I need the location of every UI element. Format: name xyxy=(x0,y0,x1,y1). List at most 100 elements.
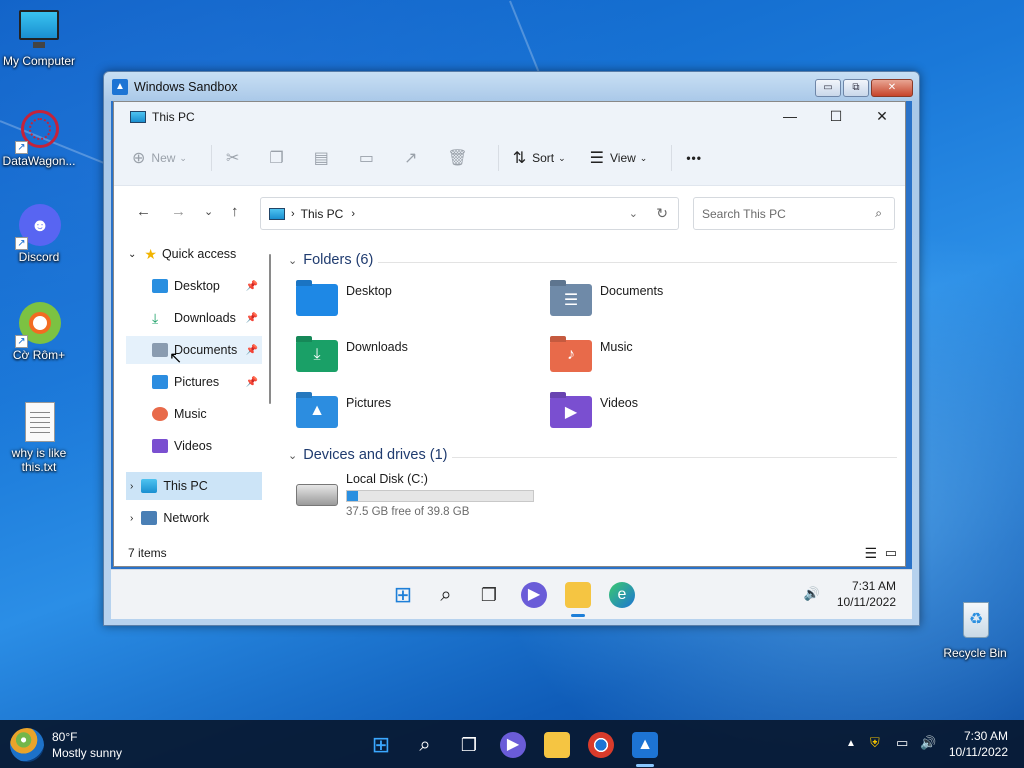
start-icon[interactable]: ⊞ xyxy=(368,732,394,758)
nav-scrollbar[interactable] xyxy=(269,254,271,404)
desktop-icon-datawagon[interactable]: ↗ DataWagon... xyxy=(0,108,81,168)
explorer-minimize-button[interactable]: — xyxy=(767,102,813,131)
nav-item-downloads[interactable]: ⤓ Downloads 📌 xyxy=(126,304,262,332)
desktop-icon-text-file[interactable]: why is like this.txt xyxy=(0,400,81,474)
chevron-down-icon: ⌄ xyxy=(128,248,137,260)
host-clock[interactable]: 7:30 AM 10/11/2022 xyxy=(949,728,1008,760)
show-hidden-icons-chevron[interactable]: ▲ xyxy=(846,738,856,749)
this-pc-icon xyxy=(141,479,158,493)
search-input[interactable]: Search This PC ⌕ xyxy=(693,197,895,230)
share-button[interactable]: ↗ xyxy=(404,148,423,168)
nav-item-network[interactable]: › Network xyxy=(126,504,262,532)
sandbox-close-button[interactable]: ✕ xyxy=(871,79,913,97)
tiles-view-icon[interactable]: ▭ xyxy=(885,545,897,561)
folder-desktop[interactable]: Desktop xyxy=(296,284,392,316)
sort-icon: ⇅ xyxy=(512,150,527,167)
text-file-icon xyxy=(17,400,61,444)
clipboard-icon: ▤ xyxy=(313,150,329,167)
folder-music[interactable]: ♪ Music xyxy=(550,340,633,372)
explorer-close-button[interactable]: ✕ xyxy=(859,102,905,131)
chevron-down-icon: ⌄ xyxy=(288,254,298,267)
sort-button[interactable]: ⇅ Sort ⌄ xyxy=(513,148,566,168)
up-arrow-icon[interactable]: ↑ xyxy=(231,203,239,220)
toolbar-divider xyxy=(671,145,673,171)
weather-widget[interactable]: 80°F Mostly sunny xyxy=(10,728,122,762)
nav-item-desktop[interactable]: Desktop 📌 xyxy=(126,272,262,300)
folders-group-header[interactable]: ⌄ Folders (6) xyxy=(288,252,373,268)
teams-chat-icon[interactable]: ▶ xyxy=(500,732,526,758)
scissors-icon: ✂ xyxy=(225,150,240,167)
search-icon[interactable]: ⌕ xyxy=(412,732,438,758)
status-bar: 7 items ☰ ▭ xyxy=(114,540,905,566)
task-view-icon[interactable]: ❐ xyxy=(456,732,482,758)
delete-button[interactable]: 🗑 xyxy=(447,148,473,168)
volume-icon[interactable]: 🔊 xyxy=(804,586,820,602)
view-button[interactable]: ☰ View ⌄ xyxy=(590,148,648,168)
back-arrow-icon[interactable]: ← xyxy=(136,203,151,220)
details-view-icon[interactable]: ☰ xyxy=(864,545,877,562)
recent-locations-chevron-icon[interactable]: ⌄ xyxy=(204,205,213,218)
datawagon-icon: ↗ xyxy=(15,108,61,154)
folder-downloads[interactable]: ⤓ Downloads xyxy=(296,340,408,372)
start-icon[interactable]: ⊞ xyxy=(390,582,416,608)
desktop-folder-icon xyxy=(152,279,168,293)
folder-pictures[interactable]: ▲ Pictures xyxy=(296,396,391,428)
active-app-indicator xyxy=(571,614,585,617)
chevron-down-icon: ⌄ xyxy=(558,152,566,163)
sandbox-desktop: This PC — ☐ ✕ ⊕ New ⌄ ✂ ❐ ▤ ▭ ↗ 🗑 ⇅ Sort… xyxy=(111,101,912,619)
chrome-icon[interactable] xyxy=(588,732,614,758)
group-divider xyxy=(378,262,897,263)
folder-documents[interactable]: ☰ Documents xyxy=(550,284,663,316)
drive-local-disk-c[interactable]: Local Disk (C:) 37.5 GB free of 39.8 GB xyxy=(296,472,596,522)
copy-button[interactable]: ❐ xyxy=(269,148,289,168)
more-options-button[interactable]: ••• xyxy=(686,151,702,165)
volume-icon[interactable]: 🔊 xyxy=(920,735,936,751)
desktop-icon-my-computer[interactable]: My Computer xyxy=(0,8,81,68)
drive-name: Local Disk (C:) xyxy=(346,472,428,486)
file-explorer-window: This PC — ☐ ✕ ⊕ New ⌄ ✂ ❐ ▤ ▭ ↗ 🗑 ⇅ Sort… xyxy=(113,101,906,567)
folder-videos[interactable]: ▶ Videos xyxy=(550,396,638,428)
sandbox-minimize-button[interactable]: ▭ xyxy=(815,79,841,97)
address-dropdown-icon[interactable]: ⌄ xyxy=(629,207,638,220)
copy-icon: ❐ xyxy=(269,150,284,167)
desktop-icon-recycle-bin[interactable]: ♻ Recycle Bin xyxy=(933,600,1017,660)
file-explorer-icon[interactable] xyxy=(565,582,591,608)
explorer-maximize-button[interactable]: ☐ xyxy=(813,102,859,131)
nav-item-videos[interactable]: Videos xyxy=(126,432,262,460)
trash-icon: 🗑 xyxy=(447,150,468,167)
address-bar[interactable]: › This PC › ⌄ ↻ xyxy=(260,197,679,230)
nav-quick-access[interactable]: ⌄ ★ Quick access xyxy=(126,240,262,268)
edge-browser-icon[interactable]: e xyxy=(609,582,635,608)
nav-item-this-pc[interactable]: › This PC xyxy=(126,472,262,500)
shortcut-arrow-icon: ↗ xyxy=(15,141,28,154)
file-explorer-icon[interactable] xyxy=(544,732,570,758)
desktop-icon-discord[interactable]: ☻ ↗ Discord xyxy=(0,204,81,264)
downloads-folder-icon: ⤓ xyxy=(296,340,338,372)
task-view-icon[interactable]: ❐ xyxy=(476,582,502,608)
nav-item-documents[interactable]: Documents 📌 xyxy=(126,336,262,364)
search-icon[interactable]: ⌕ xyxy=(433,582,459,608)
sandbox-logo-icon: ▲ xyxy=(112,79,128,95)
windows-sandbox-icon[interactable]: ▲ xyxy=(632,732,658,758)
refresh-icon[interactable]: ↻ xyxy=(656,205,668,222)
sandbox-clock[interactable]: 7:31 AM 10/11/2022 xyxy=(837,578,896,610)
toolbar-divider xyxy=(210,145,212,171)
nav-item-music[interactable]: Music xyxy=(126,400,262,428)
sandbox-restore-button[interactable]: ⧉ xyxy=(843,79,869,97)
rename-button[interactable]: ▭ xyxy=(359,148,380,168)
search-icon: ⌕ xyxy=(875,206,882,220)
new-button[interactable]: ⊕ New ⌄ xyxy=(132,148,187,168)
teams-chat-icon[interactable]: ▶ xyxy=(521,582,547,608)
nav-item-pictures[interactable]: Pictures 📌 xyxy=(126,368,262,396)
cut-button[interactable]: ✂ xyxy=(226,148,245,168)
active-app-indicator xyxy=(636,764,654,767)
desktop-icon-coccoc[interactable]: ↗ Cờ Rôm+ xyxy=(0,302,81,362)
forward-arrow-icon[interactable]: → xyxy=(171,203,186,220)
download-arrow-icon: ⤓ xyxy=(152,310,159,326)
paste-button[interactable]: ▤ xyxy=(314,148,335,168)
pin-icon: 📌 xyxy=(245,344,258,356)
sandbox-titlebar[interactable]: ▲ Windows Sandbox xyxy=(104,72,919,102)
security-shield-icon[interactable]: ⛨ xyxy=(870,735,880,751)
drives-group-header[interactable]: ⌄ Devices and drives (1) xyxy=(288,447,447,463)
network-monitor-icon[interactable]: ▭ xyxy=(896,735,908,751)
